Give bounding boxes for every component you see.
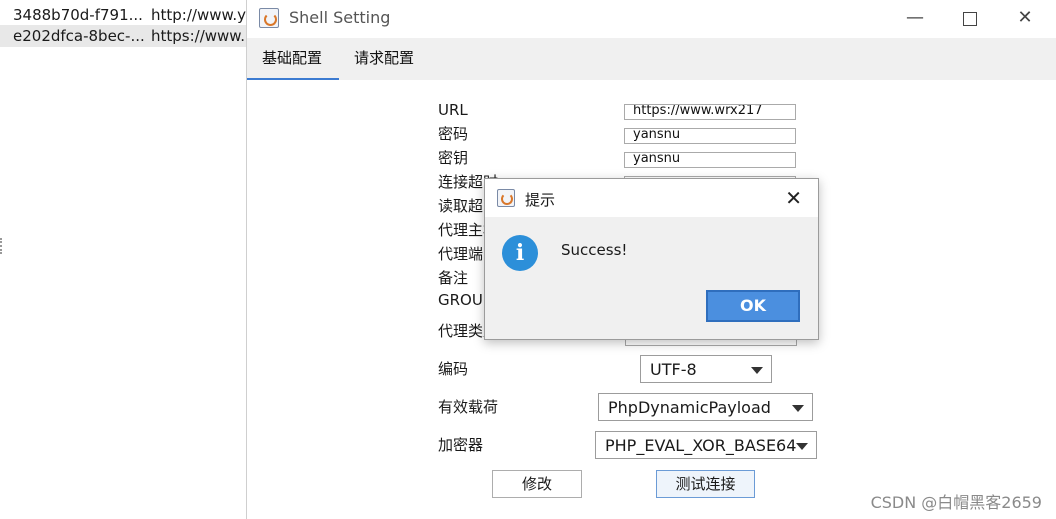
tab-bar: 基础配置 请求配置 (247, 38, 1056, 81)
close-button[interactable]: ✕ (1007, 6, 1043, 30)
payload-selected-value: PhpDynamicPayload (608, 398, 771, 417)
modify-button[interactable]: 修改 (492, 470, 582, 498)
ok-button[interactable]: OK (706, 290, 800, 322)
password-field[interactable]: yansnu (624, 128, 796, 144)
key-label: 密钥 (438, 149, 469, 167)
url-field[interactable]: https://www.wrx217 (624, 104, 796, 120)
chevron-down-icon (751, 367, 763, 374)
title-bar[interactable]: Shell Setting — ✕ (247, 0, 1056, 36)
watermark: CSDN @白帽黑客2659 (870, 493, 1042, 512)
payload-label: 有效载荷 (438, 398, 499, 416)
tab-basic-config[interactable]: 基础配置 (247, 38, 339, 81)
dialog-close-button[interactable]: ✕ (785, 186, 802, 210)
encryptor-select[interactable]: PHP_EVAL_XOR_BASE64 (595, 431, 817, 459)
list-item-url: http://www.y (151, 6, 246, 24)
url-label: URL (438, 101, 468, 119)
tab-request-config[interactable]: 请求配置 (339, 38, 429, 78)
message-dialog: 提示 ✕ i Success! OK (484, 178, 819, 340)
dialog-title-bar[interactable]: 提示 ✕ (485, 179, 818, 217)
remark-label: 备注 (438, 269, 469, 287)
encoding-label: 编码 (438, 360, 469, 378)
info-icon: i (502, 235, 538, 271)
dialog-message: Success! (561, 241, 628, 259)
window-title: Shell Setting (289, 8, 391, 27)
key-field[interactable]: yansnu (624, 152, 796, 168)
list-item-id: e202dfca-8bec-... (13, 27, 145, 45)
chevron-down-icon (796, 443, 808, 450)
minimize-button[interactable]: — (897, 6, 933, 30)
list-item[interactable]: 3488b70d-f791... http://www.y (0, 4, 246, 26)
encoding-selected-value: UTF-8 (650, 360, 697, 379)
list-item-selected[interactable]: e202dfca-8bec-... https://www. (0, 25, 246, 47)
encryptor-label: 加密器 (438, 436, 484, 454)
splitter-handle[interactable] (0, 238, 5, 254)
chevron-down-icon (792, 405, 804, 412)
java-app-icon (497, 189, 515, 207)
encoding-select[interactable]: UTF-8 (640, 355, 772, 383)
encryptor-selected-value: PHP_EVAL_XOR_BASE64 (605, 436, 797, 455)
password-label: 密码 (438, 125, 469, 143)
payload-select[interactable]: PhpDynamicPayload (598, 393, 813, 421)
maximize-icon (963, 12, 977, 26)
list-item-url: https://www. (151, 27, 245, 45)
maximize-button[interactable] (952, 6, 988, 30)
test-connection-button[interactable]: 测试连接 (656, 470, 755, 498)
dialog-title: 提示 (525, 191, 556, 209)
background-list: 3488b70d-f791... http://www.y e202dfca-8… (0, 0, 247, 519)
list-item-id: 3488b70d-f791... (13, 6, 143, 24)
java-app-icon (259, 8, 279, 28)
